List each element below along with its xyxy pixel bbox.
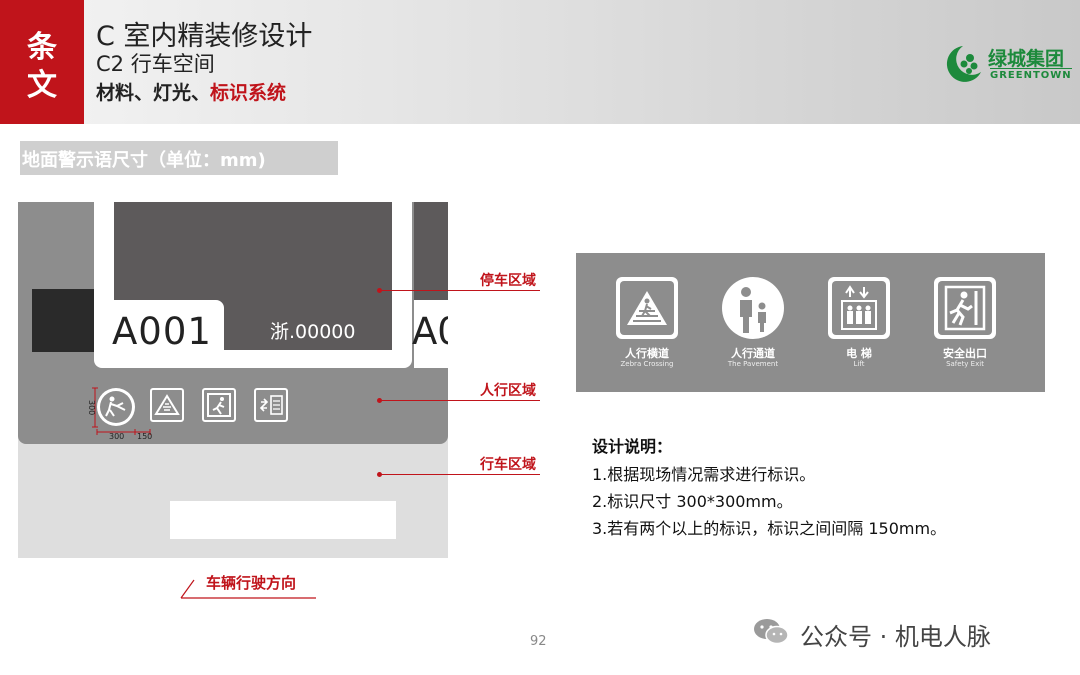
direction-label: 车辆行驶方向 bbox=[206, 574, 297, 592]
dimension-width: 300 bbox=[109, 432, 125, 441]
wechat-icon bbox=[754, 619, 789, 645]
section-tag-char-2: 文 bbox=[27, 68, 57, 103]
topic-normal: 材料、灯光、 bbox=[96, 82, 211, 104]
note-item: 3.若有两个以上的标识，标识之间间隔 150mm。 bbox=[592, 519, 947, 538]
pedestrian-sign bbox=[722, 277, 784, 339]
sign-label: 电 梯 bbox=[846, 347, 872, 360]
space-number: A001 bbox=[112, 310, 212, 353]
dimension-gap: 150 bbox=[137, 432, 153, 441]
zone-line-pedestrian bbox=[380, 400, 540, 401]
sign-label-en: The Pavement bbox=[727, 360, 779, 368]
sign-inner bbox=[832, 281, 886, 335]
pedestrian-icon bbox=[740, 287, 766, 333]
exit-floor-symbol bbox=[202, 388, 236, 422]
dimension-height: 300 bbox=[87, 400, 96, 416]
pillar-block bbox=[32, 289, 94, 352]
lift-sign bbox=[828, 277, 890, 339]
logo-subtitle: GREENTOWN bbox=[990, 68, 1072, 81]
zone-line-driving bbox=[380, 474, 540, 475]
safety-exit-icon bbox=[207, 393, 231, 417]
page-number: 92 bbox=[530, 634, 547, 649]
zone-line-parking bbox=[380, 290, 540, 291]
zone-label-parking: 停车区域 bbox=[480, 273, 536, 289]
note-item: 2.标识尺寸 300*300mm。 bbox=[592, 492, 793, 511]
road-marking-block bbox=[170, 501, 396, 539]
next-space-number: A0 bbox=[412, 310, 448, 353]
elevator-icon bbox=[259, 395, 283, 415]
page-topic: 材料、灯光、标识系统 bbox=[96, 78, 286, 105]
sign-label: 人行横道 bbox=[625, 347, 669, 360]
safety-exit-icon bbox=[944, 285, 986, 331]
elevator-icon bbox=[841, 285, 877, 330]
zone-label-driving: 行车区域 bbox=[480, 457, 536, 473]
watermark-text: 公众号 · 机电人脉 bbox=[800, 623, 991, 651]
greentown-logo-icon bbox=[946, 46, 981, 82]
zebra-crossing-icon bbox=[627, 291, 667, 325]
lift-floor-symbol bbox=[254, 388, 288, 422]
sign-label-en: Lift bbox=[853, 360, 865, 368]
safety-exit-sign bbox=[934, 277, 996, 339]
sign-label: 人行通道 bbox=[731, 347, 775, 360]
topic-highlight: 标识系统 bbox=[210, 82, 287, 104]
sign-label: 安全出口 bbox=[943, 347, 987, 360]
note-item: 1.根据现场情况需求进行标识。 bbox=[592, 465, 816, 484]
plate-number: 浙.00000 bbox=[270, 321, 356, 343]
sign-label-en: Safety Exit bbox=[946, 360, 984, 368]
sign-inner bbox=[938, 281, 992, 335]
sign-label-en: Zebra Crossing bbox=[620, 360, 674, 368]
notes-heading: 设计说明： bbox=[592, 437, 673, 456]
logo-name: 绿城集团 bbox=[988, 48, 1065, 70]
zone-label-pedestrian: 人行区域 bbox=[480, 383, 536, 399]
zebra-crossing-sign bbox=[616, 277, 678, 339]
sign-inner bbox=[620, 281, 674, 335]
page-subtitle: C2 行车空间 bbox=[96, 52, 215, 76]
section-title: 地面警示语尺寸（单位：mm) bbox=[22, 150, 266, 171]
